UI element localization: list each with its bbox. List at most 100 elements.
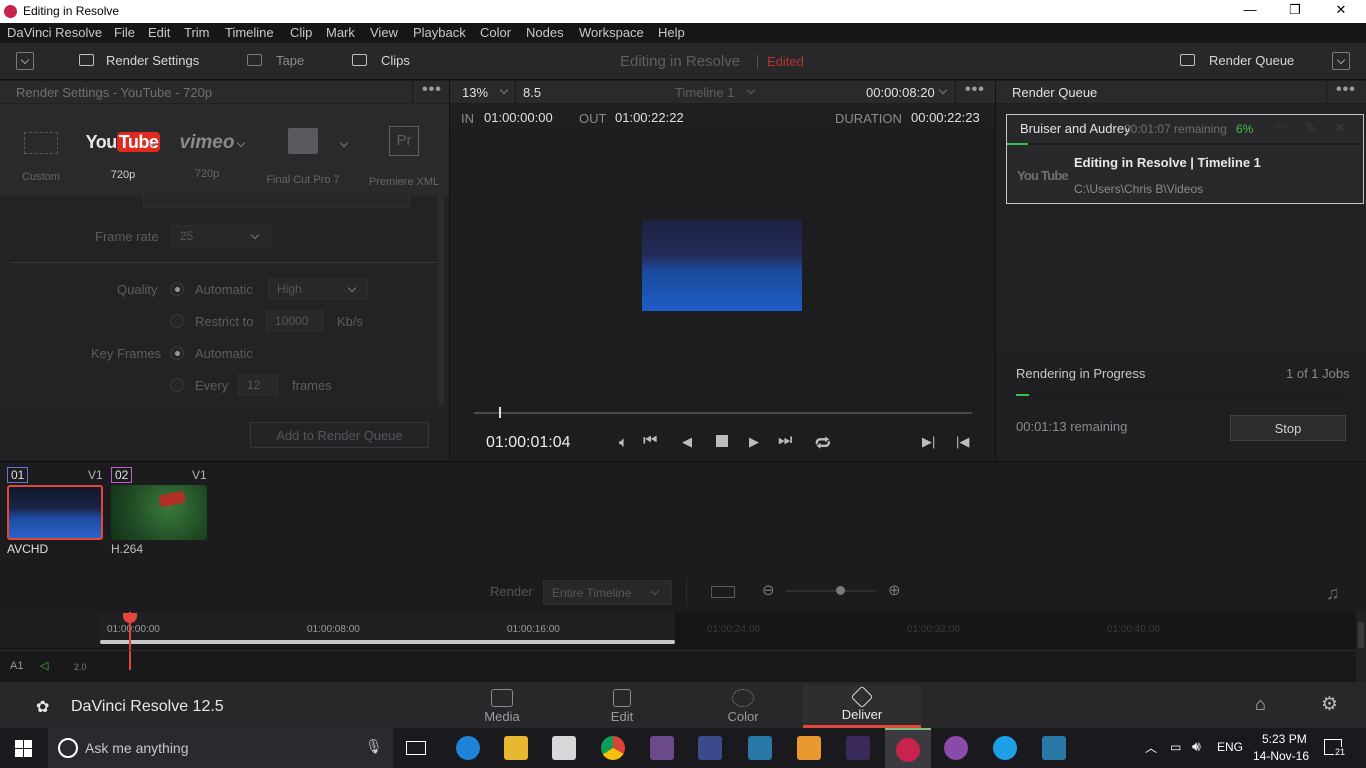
task-view-icon[interactable]: [406, 741, 426, 755]
volume-icon[interactable]: 🔈︎: [619, 434, 628, 451]
maximize-button[interactable]: ❐: [1280, 2, 1310, 18]
clock-time[interactable]: 5:23 PM: [1262, 732, 1307, 746]
scrubber-playhead[interactable]: [499, 407, 501, 418]
zoom-select[interactable]: 13%: [462, 85, 488, 100]
close-button[interactable]: ✕: [1326, 2, 1356, 18]
preset-custom[interactable]: Custom: [14, 116, 68, 183]
remove-job-icon[interactable]: ✕: [1335, 120, 1346, 136]
render-job-card[interactable]: Bruiser and Audrey 00:01:07 remaining 6%…: [1006, 114, 1364, 204]
preset-premiere-xml[interactable]: Pr Premiere XML: [366, 116, 442, 188]
zoom-slider-knob[interactable]: [836, 586, 845, 595]
menu-playback[interactable]: Playback: [413, 25, 466, 40]
keyframes-automatic-radio[interactable]: [170, 346, 184, 360]
gear-icon[interactable]: ⚙: [1321, 693, 1338, 716]
scrubber-bar[interactable]: [474, 412, 972, 414]
job-path: C:\Users\Chris B\Videos: [1074, 182, 1204, 196]
quality-automatic-radio[interactable]: [170, 282, 184, 296]
zoom-slider[interactable]: [786, 590, 876, 592]
menu-trim[interactable]: Trim: [184, 25, 210, 40]
battery-icon[interactable]: ▭: [1170, 740, 1181, 754]
render-settings-options-icon[interactable]: •••: [422, 81, 442, 99]
menu-timeline[interactable]: Timeline: [225, 25, 274, 40]
keyframes-every-radio[interactable]: [170, 378, 184, 392]
chrome-icon[interactable]: [601, 736, 625, 760]
go-to-start-icon[interactable]: ⏮︎: [643, 432, 657, 450]
audio-meter-icon[interactable]: ♫: [1326, 583, 1340, 604]
menu-edit[interactable]: Edit: [148, 25, 170, 40]
menu-davinci-resolve[interactable]: DaVinci Resolve: [7, 25, 102, 40]
speaker-icon[interactable]: ◁: [40, 659, 48, 672]
left-panel-toggle-button[interactable]: [16, 52, 34, 70]
previous-clip-icon[interactable]: |◀: [956, 434, 969, 450]
video-viewer[interactable]: [450, 130, 995, 400]
media-player-icon[interactable]: [797, 736, 821, 760]
preset-final-cut-pro[interactable]: Final Cut Pro 7: [258, 116, 348, 186]
render-range-bar-fill[interactable]: [100, 640, 675, 644]
clock-date[interactable]: 14-Nov-16: [1253, 749, 1309, 763]
app-icon-1[interactable]: [650, 736, 674, 760]
menu-mark[interactable]: Mark: [326, 25, 355, 40]
app-icon-2[interactable]: [748, 736, 772, 760]
zoom-out-icon[interactable]: ⊖: [762, 581, 775, 599]
render-queue-button[interactable]: Render Queue: [1209, 53, 1294, 68]
skype-icon[interactable]: [993, 736, 1017, 760]
every-input[interactable]: 12: [238, 374, 278, 396]
page-color[interactable]: Color: [684, 685, 802, 728]
stop-render-button[interactable]: Stop: [1230, 415, 1346, 441]
viewer-options-icon[interactable]: •••: [965, 81, 985, 99]
preset-vimeo[interactable]: vimeo 720p: [175, 116, 239, 180]
edit-icon[interactable]: ✎: [1305, 120, 1316, 136]
timeline-scrollbar[interactable]: [1356, 612, 1366, 682]
menu-clip[interactable]: Clip: [290, 25, 312, 40]
menu-workspace[interactable]: Workspace: [579, 25, 644, 40]
play-reverse-icon[interactable]: ◀: [682, 434, 692, 450]
tape-button[interactable]: Tape: [276, 53, 304, 68]
go-to-end-icon[interactable]: ⏭︎: [778, 432, 792, 450]
davinci-resolve-taskbar-item[interactable]: [885, 728, 931, 768]
loop-icon[interactable]: 🔁︎: [815, 432, 831, 455]
home-icon[interactable]: ⌂: [1255, 694, 1266, 715]
cortana-search-box[interactable]: Ask me anything 🎙︎: [48, 728, 393, 768]
menu-color[interactable]: Color: [480, 25, 511, 40]
clip-01-thumbnail[interactable]: [7, 485, 103, 540]
premiere-pro-icon[interactable]: [846, 736, 870, 760]
windows-start-icon[interactable]: [15, 740, 32, 757]
minimize-button[interactable]: —: [1235, 2, 1265, 17]
render-queue-options-icon[interactable]: •••: [1336, 81, 1356, 99]
restrict-input[interactable]: 10000: [266, 310, 323, 332]
file-explorer-icon[interactable]: [504, 736, 528, 760]
clips-button[interactable]: Clips: [381, 53, 410, 68]
menu-help[interactable]: Help: [658, 25, 685, 40]
app-icon-3[interactable]: [944, 736, 968, 760]
preset-youtube[interactable]: You Tube 720p: [85, 116, 161, 181]
store-icon[interactable]: [552, 736, 576, 760]
timeline-name-select[interactable]: Timeline 1: [675, 85, 734, 100]
page-deliver[interactable]: Deliver: [803, 685, 921, 728]
next-clip-icon[interactable]: ▶|: [922, 434, 935, 450]
play-icon[interactable]: ▶: [749, 434, 759, 450]
render-settings-scrollbar[interactable]: [438, 196, 444, 406]
menu-view[interactable]: View: [370, 25, 398, 40]
zoom-in-icon[interactable]: ⊕: [888, 581, 901, 599]
language-indicator[interactable]: ENG: [1217, 740, 1243, 754]
right-panel-toggle-button[interactable]: [1332, 52, 1350, 70]
page-edit[interactable]: Edit: [563, 685, 681, 728]
volume-tray-icon[interactable]: 🔊︎: [1192, 738, 1201, 755]
edge-icon[interactable]: [456, 736, 480, 760]
add-to-render-queue-button[interactable]: Add to Render Queue: [250, 422, 429, 448]
render-queue-icon: [1180, 54, 1195, 66]
menu-nodes[interactable]: Nodes: [526, 25, 564, 40]
after-effects-icon[interactable]: [698, 736, 722, 760]
menu-file[interactable]: File: [114, 25, 135, 40]
timeline-view-icon[interactable]: [711, 586, 735, 598]
chevron-up-icon[interactable]: ︿: [1145, 739, 1157, 756]
chevron-down-icon[interactable]: [938, 85, 948, 95]
microphone-icon[interactable]: 🎙︎: [365, 738, 383, 755]
app-icon-4[interactable]: [1042, 736, 1066, 760]
clip-02-thumbnail[interactable]: [111, 485, 207, 540]
stop-icon[interactable]: [716, 435, 728, 447]
render-settings-button[interactable]: Render Settings: [106, 53, 199, 68]
restrict-radio[interactable]: [170, 314, 184, 328]
timeline-ruler[interactable]: 01:00:00:00 01:00:08:00 01:00:16:00 01:0…: [0, 612, 1366, 682]
page-media[interactable]: Media: [443, 685, 561, 728]
